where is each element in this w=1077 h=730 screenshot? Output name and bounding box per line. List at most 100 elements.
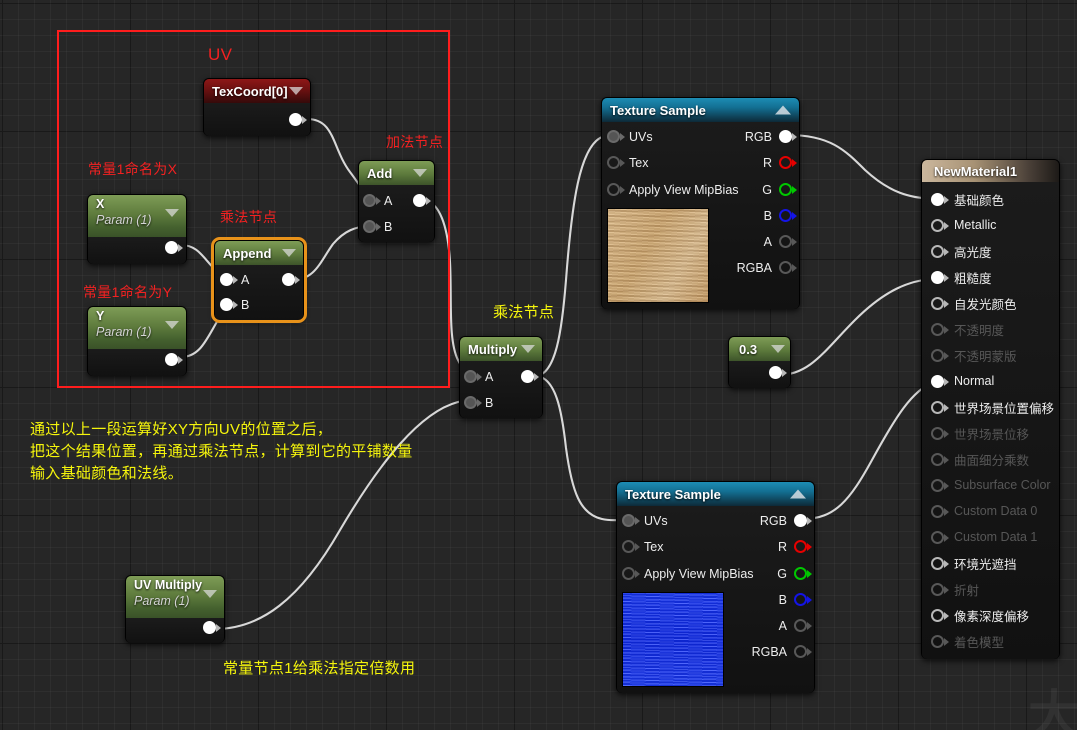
pin-multiply-input-b[interactable]: B <box>464 395 493 410</box>
pin-label: A <box>485 369 494 384</box>
pin-ts1-output-r[interactable]: R <box>763 155 797 170</box>
chevron-up-icon[interactable] <box>790 489 806 499</box>
pin-ts1-input-mipbias[interactable]: Apply View MipBias <box>607 182 739 197</box>
node-multiply[interactable]: Multiply A B <box>459 336 543 418</box>
pin-constant-03-output[interactable] <box>769 365 787 380</box>
pin-dot-icon <box>931 192 949 207</box>
pin-param-y-output[interactable] <box>165 352 183 367</box>
node-texcoord-header[interactable]: TexCoord[0] <box>204 79 310 103</box>
pin-ts2-output-g[interactable]: G <box>777 566 812 581</box>
pin-label: G <box>777 566 787 581</box>
pin-texcoord-output[interactable] <box>289 112 307 127</box>
pin-ts2-output-rgba[interactable]: RGBA <box>752 644 812 659</box>
node-constant-03[interactable]: 0.3 <box>728 336 791 388</box>
pin-multiply-input-a[interactable]: A <box>464 369 493 384</box>
pin-ts2-input-tex[interactable]: Tex <box>622 539 663 554</box>
pin-label: A <box>384 193 393 208</box>
chevron-down-icon[interactable] <box>771 345 785 353</box>
pin-ts2-input-uvs[interactable]: UVs <box>622 513 668 528</box>
pin-ts1-input-tex[interactable]: Tex <box>607 155 648 170</box>
node-add[interactable]: Add A B <box>358 160 435 242</box>
pin-ts1-input-uvs[interactable]: UVs <box>607 129 653 144</box>
chevron-down-icon[interactable] <box>282 249 296 257</box>
node-texcoord[interactable]: TexCoord[0] <box>203 78 311 136</box>
pin-add-input-a[interactable]: A <box>363 193 392 208</box>
pin-ts1-output-g[interactable]: G <box>762 182 797 197</box>
node-add-header[interactable]: Add <box>359 161 434 185</box>
pin-ts1-output-rgba[interactable]: RGBA <box>737 260 797 275</box>
pin-dot-icon <box>779 182 797 197</box>
chevron-down-icon[interactable] <box>521 345 535 353</box>
pin-dot-icon <box>779 260 797 275</box>
pin-label: A <box>763 234 772 249</box>
watermark: 大 <box>1028 687 1077 730</box>
pin-material-12[interactable]: Custom Data 0 <box>922 498 1059 524</box>
node-texture-sample-2[interactable]: Texture Sample UVs Tex Apply View MipBia… <box>616 481 815 693</box>
chevron-down-icon[interactable] <box>413 169 427 177</box>
chevron-down-icon[interactable] <box>203 590 217 598</box>
pin-material-7[interactable]: Normal <box>922 368 1059 394</box>
node-param-x[interactable]: X Param (1) <box>87 194 187 264</box>
node-append-header[interactable]: Append <box>215 241 303 265</box>
pin-dot-icon <box>769 365 787 380</box>
pin-add-input-b[interactable]: B <box>363 219 392 234</box>
pin-dot-icon <box>622 513 640 528</box>
pin-ts1-output-a[interactable]: A <box>763 234 797 249</box>
pin-ts1-output-rgb[interactable]: RGB <box>745 129 797 144</box>
pin-append-input-a[interactable]: A <box>220 272 249 287</box>
pin-material-0[interactable]: 基础颜色 <box>922 186 1059 212</box>
pin-dot-icon <box>931 582 949 597</box>
chevron-down-icon[interactable] <box>165 209 179 217</box>
node-texture-sample-2-header[interactable]: Texture Sample <box>617 482 814 506</box>
chevron-up-icon[interactable] <box>775 105 791 115</box>
pin-ts2-input-mipbias[interactable]: Apply View MipBias <box>622 566 754 581</box>
pin-dot-icon <box>931 426 949 441</box>
node-uv-multiply-header[interactable]: UV Multiply Param (1) <box>126 576 224 618</box>
node-texture-sample-1[interactable]: Texture Sample UVs Tex Apply View MipBia… <box>601 97 800 309</box>
node-material-output-header[interactable]: NewMaterial1 <box>922 160 1059 182</box>
pin-ts2-output-r[interactable]: R <box>778 539 812 554</box>
pin-material-5[interactable]: 不透明度 <box>922 316 1059 342</box>
pin-material-15[interactable]: 折射 <box>922 576 1059 602</box>
chevron-down-icon[interactable] <box>289 87 303 95</box>
pin-ts2-output-rgb[interactable]: RGB <box>760 513 812 528</box>
node-material-output[interactable]: NewMaterial1 基础颜色 Metallic 高光度 粗糙度 自发光颜色 不透明度… <box>921 159 1060 659</box>
node-uv-multiply[interactable]: UV Multiply Param (1) <box>125 575 225 643</box>
pin-material-9[interactable]: 世界场景位移 <box>922 420 1059 446</box>
pin-ts1-output-b[interactable]: B <box>764 208 797 223</box>
pin-material-14[interactable]: 环境光遮挡 <box>922 550 1059 576</box>
pin-ts2-output-a[interactable]: A <box>778 618 812 633</box>
pin-material-11[interactable]: Subsurface Color <box>922 472 1059 498</box>
chevron-down-icon[interactable] <box>165 321 179 329</box>
node-texture-sample-1-header[interactable]: Texture Sample <box>602 98 799 122</box>
pin-label: A <box>778 618 787 633</box>
pin-param-x-output[interactable] <box>165 240 183 255</box>
pin-material-2[interactable]: 高光度 <box>922 238 1059 264</box>
pin-uv-multiply-output[interactable] <box>203 620 221 635</box>
node-append[interactable]: Append A B <box>214 240 304 320</box>
pin-material-4[interactable]: 自发光颜色 <box>922 290 1059 316</box>
node-multiply-header[interactable]: Multiply <box>460 337 542 361</box>
node-param-y-header[interactable]: Y Param (1) <box>88 307 186 349</box>
pin-material-8[interactable]: 世界场景位置偏移 <box>922 394 1059 420</box>
pin-material-13[interactable]: Custom Data 1 <box>922 524 1059 550</box>
node-param-x-header[interactable]: X Param (1) <box>88 195 186 237</box>
pin-material-1[interactable]: Metallic <box>922 212 1059 238</box>
pin-label: 像素深度偏移 <box>954 609 1030 624</box>
pin-label: B <box>778 592 787 607</box>
pin-ts2-output-b[interactable]: B <box>778 592 812 607</box>
pin-material-3[interactable]: 粗糙度 <box>922 264 1059 290</box>
node-constant-03-header[interactable]: 0.3 <box>729 337 790 361</box>
pin-append-output[interactable] <box>282 272 300 287</box>
pin-dot-icon <box>779 234 797 249</box>
material-graph-canvas[interactable]: 大 UV 常量1命名为X 乘法节点 常量1命名为Y 加法节点 乘法节点 通过以上… <box>0 0 1077 730</box>
pin-append-input-b[interactable]: B <box>220 297 249 312</box>
pin-material-16[interactable]: 像素深度偏移 <box>922 602 1059 628</box>
pin-material-17[interactable]: 着色模型 <box>922 628 1059 654</box>
node-param-y[interactable]: Y Param (1) <box>87 306 187 376</box>
pin-multiply-output[interactable] <box>521 369 539 384</box>
pin-dot-icon <box>521 369 539 384</box>
pin-material-6[interactable]: 不透明蒙版 <box>922 342 1059 368</box>
pin-add-output[interactable] <box>413 193 431 208</box>
pin-material-10[interactable]: 曲面细分乘数 <box>922 446 1059 472</box>
